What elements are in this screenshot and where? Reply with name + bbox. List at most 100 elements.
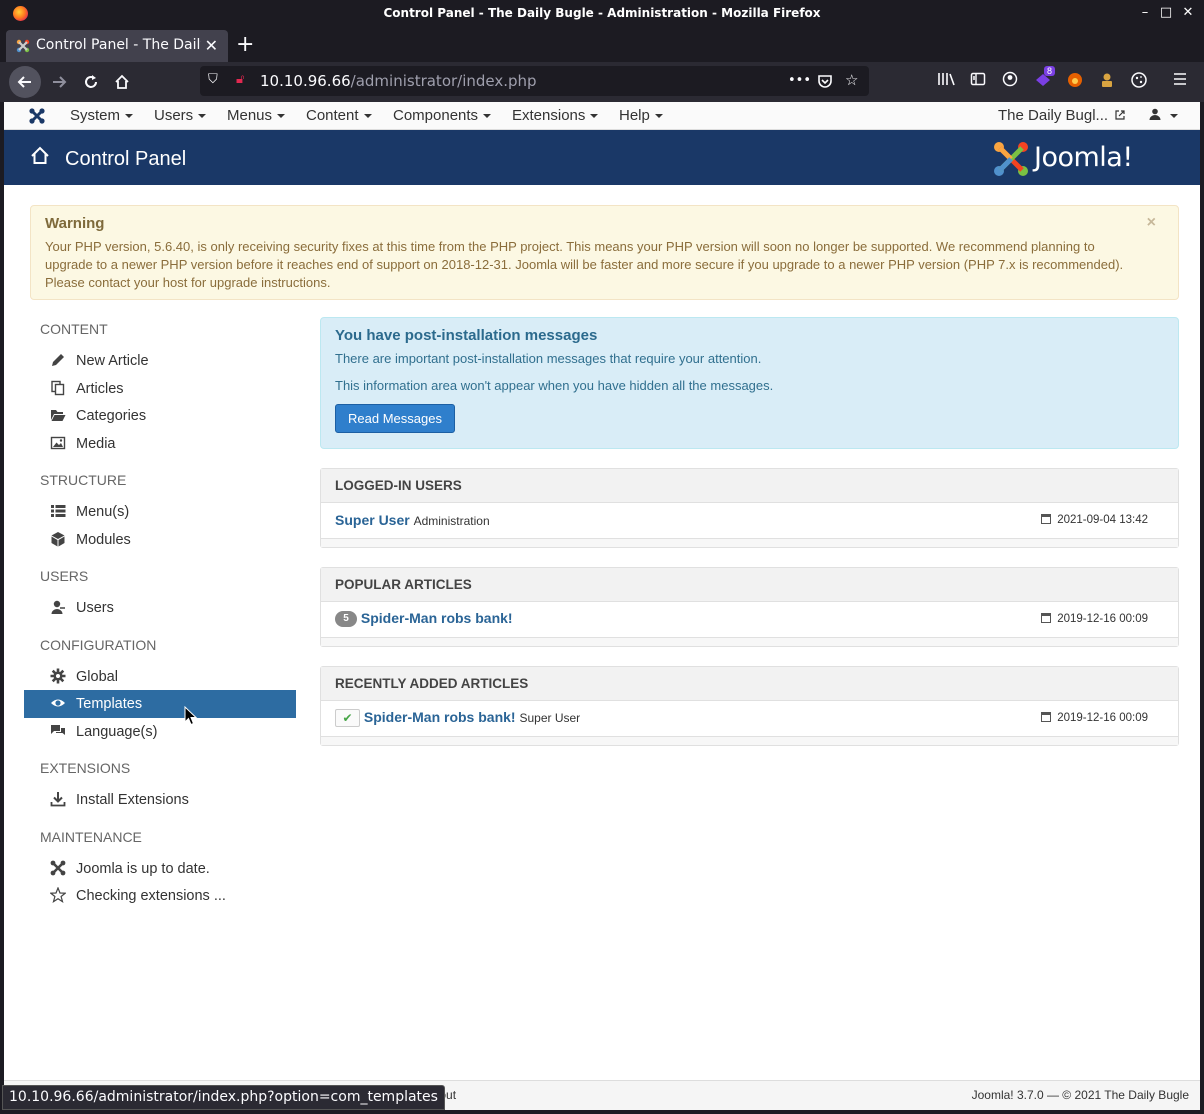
reload-button[interactable] xyxy=(76,67,106,97)
sidebar-item-new-article[interactable]: New Article xyxy=(24,347,296,375)
hamburger-menu-icon[interactable] xyxy=(1172,71,1188,91)
sidebar-item-menus[interactable]: Menu(s) xyxy=(24,498,296,526)
menu-menus-label: Menus xyxy=(227,107,273,124)
post-installation-alert: You have post-installation messages Ther… xyxy=(320,317,1179,449)
joomla-mark-icon xyxy=(994,142,1028,176)
footer-copyright: Joomla! 3.7.0 — © 2021 The Daily Bugle xyxy=(971,1088,1189,1102)
sidebar-item-install-extensions[interactable]: Install Extensions xyxy=(24,786,296,814)
sidebar-item-global[interactable]: Global xyxy=(24,663,296,691)
extension-cookie-icon[interactable] xyxy=(1130,71,1148,93)
article-date: 2019-12-16 00:09 xyxy=(1041,613,1148,625)
joomla-brand-text: Joomla! xyxy=(1034,142,1133,173)
home-icon xyxy=(115,74,129,89)
tab-bar: Control Panel - The Daily Bugle ✕ + xyxy=(0,28,1204,62)
sidebar-item-users[interactable]: Users xyxy=(24,594,296,622)
window-title: Control Panel - The Daily Bugle - Admini… xyxy=(383,6,821,20)
tab-control-panel[interactable]: Control Panel - The Daily Bugle ✕ xyxy=(6,30,228,62)
sidebar-heading-configuration: CONFIGURATION xyxy=(40,637,157,653)
login-date-value: 2021-09-04 13:42 xyxy=(1057,514,1148,526)
menu-extensions[interactable]: Extensions xyxy=(512,107,599,124)
calendar-icon xyxy=(1041,613,1052,623)
article-author: Super User xyxy=(519,711,581,725)
sidebar-item-checking-extensions[interactable]: Checking extensions ... xyxy=(24,882,296,910)
sidebar-item-modules[interactable]: Modules xyxy=(24,526,296,554)
tab-close-button[interactable]: ✕ xyxy=(205,36,218,55)
sidebar-item-label: Language(s) xyxy=(76,724,158,740)
reload-icon xyxy=(85,75,97,88)
published-check-icon[interactable]: ✔ xyxy=(335,709,360,728)
joomla-brand-logo: Joomla! xyxy=(992,140,1182,180)
pencil-icon xyxy=(52,354,64,366)
joomla-icon xyxy=(50,860,66,876)
page-actions-button[interactable]: ••• xyxy=(788,73,811,88)
url-text[interactable]: 10.10.96.66/administrator/index.php xyxy=(260,72,537,90)
page-title: Control Panel xyxy=(65,148,187,170)
back-button[interactable] xyxy=(9,66,41,98)
sidebar-item-templates[interactable]: Templates xyxy=(24,690,296,718)
close-window-button[interactable]: ✕ xyxy=(1179,4,1197,22)
article-date-value: 2019-12-16 00:09 xyxy=(1057,712,1148,724)
menu-menus[interactable]: Menus xyxy=(227,107,286,124)
sidebar-item-languages[interactable]: Language(s) xyxy=(24,718,296,746)
warning-close-button[interactable]: × xyxy=(1147,214,1156,232)
article-link[interactable]: Spider-Man robs bank! xyxy=(361,610,513,626)
tracking-shield-icon[interactable]: ⛉ xyxy=(208,72,218,87)
sidebar-item-media[interactable]: Media xyxy=(24,430,296,458)
module-header: POPULAR ARTICLES xyxy=(321,568,1178,602)
insecure-lock-icon[interactable]: 🔓︎ xyxy=(236,72,244,87)
star-icon xyxy=(50,887,66,903)
menu-components[interactable]: Components xyxy=(393,107,492,124)
article-link[interactable]: Spider-Man robs bank! xyxy=(364,709,516,725)
sidebar-item-joomla-update[interactable]: Joomla is up to date. xyxy=(24,855,296,883)
calendar-icon xyxy=(1041,712,1052,722)
sidebar-icon[interactable] xyxy=(970,71,986,91)
menu-users[interactable]: Users xyxy=(154,107,207,124)
menu-content[interactable]: Content xyxy=(306,107,372,124)
sidebar-item-categories[interactable]: Categories xyxy=(24,402,296,430)
menu-help[interactable]: Help xyxy=(619,107,663,124)
gear-icon xyxy=(50,668,66,684)
eye-icon xyxy=(51,699,65,707)
menu-help-label: Help xyxy=(619,107,650,124)
login-date: 2021-09-04 13:42 xyxy=(1041,514,1148,526)
joomla-favicon-icon xyxy=(16,39,30,53)
sidebar-item-label: Menu(s) xyxy=(76,504,130,520)
sidebar-item-articles[interactable]: Articles xyxy=(24,375,296,403)
postinstall-note: This information area won't appear when … xyxy=(335,378,774,393)
popular-articles-module: POPULAR ARTICLES 5 Spider-Man robs bank!… xyxy=(320,567,1179,647)
user-menu[interactable] xyxy=(1149,107,1178,124)
maximize-button[interactable]: □ xyxy=(1157,4,1175,22)
account-icon[interactable] xyxy=(1002,71,1018,91)
extension-fox-icon[interactable] xyxy=(1066,71,1084,93)
module-header: LOGGED-IN USERS xyxy=(321,469,1178,503)
extension-hackbar-icon[interactable] xyxy=(1098,71,1116,93)
new-tab-button[interactable]: + xyxy=(236,32,254,57)
home-button[interactable] xyxy=(107,67,137,97)
forward-button[interactable] xyxy=(44,67,74,97)
url-bar[interactable]: ⛉ 🔓︎ 10.10.96.66/administrator/index.php… xyxy=(200,66,869,96)
list-item: 5 Spider-Man robs bank! 2019-12-16 00:09 xyxy=(321,602,1178,638)
user-icon xyxy=(51,600,65,614)
cube-icon xyxy=(51,532,65,547)
warning-text: Your PHP version, 5.6.40, is only receiv… xyxy=(45,239,1124,290)
pocket-icon[interactable] xyxy=(817,71,833,93)
site-link[interactable]: The Daily Bugl... xyxy=(998,107,1125,124)
sidebar-heading-maintenance: MAINTENANCE xyxy=(40,829,142,845)
menu-system[interactable]: System xyxy=(70,107,134,124)
sidebar-item-label: Templates xyxy=(76,696,143,712)
menu-extensions-label: Extensions xyxy=(512,107,586,124)
article-date-value: 2019-12-16 00:09 xyxy=(1057,613,1148,625)
joomla-logo-icon[interactable] xyxy=(28,107,46,125)
minimize-button[interactable]: – xyxy=(1136,4,1154,22)
sidebar-heading-content: CONTENT xyxy=(40,321,108,337)
user-icon xyxy=(1149,108,1161,120)
module-header: RECENTLY ADDED ARTICLES xyxy=(321,667,1178,701)
menu-content-label: Content xyxy=(306,107,359,124)
external-link-icon xyxy=(1115,110,1125,120)
read-messages-button[interactable]: Read Messages xyxy=(335,404,455,433)
user-link[interactable]: Super User xyxy=(335,512,410,528)
bookmark-star-icon[interactable]: ☆ xyxy=(845,71,858,89)
status-bar-url: 10.10.96.66/administrator/index.php?opti… xyxy=(2,1085,445,1110)
library-icon[interactable] xyxy=(937,71,955,91)
download-icon xyxy=(50,792,66,807)
